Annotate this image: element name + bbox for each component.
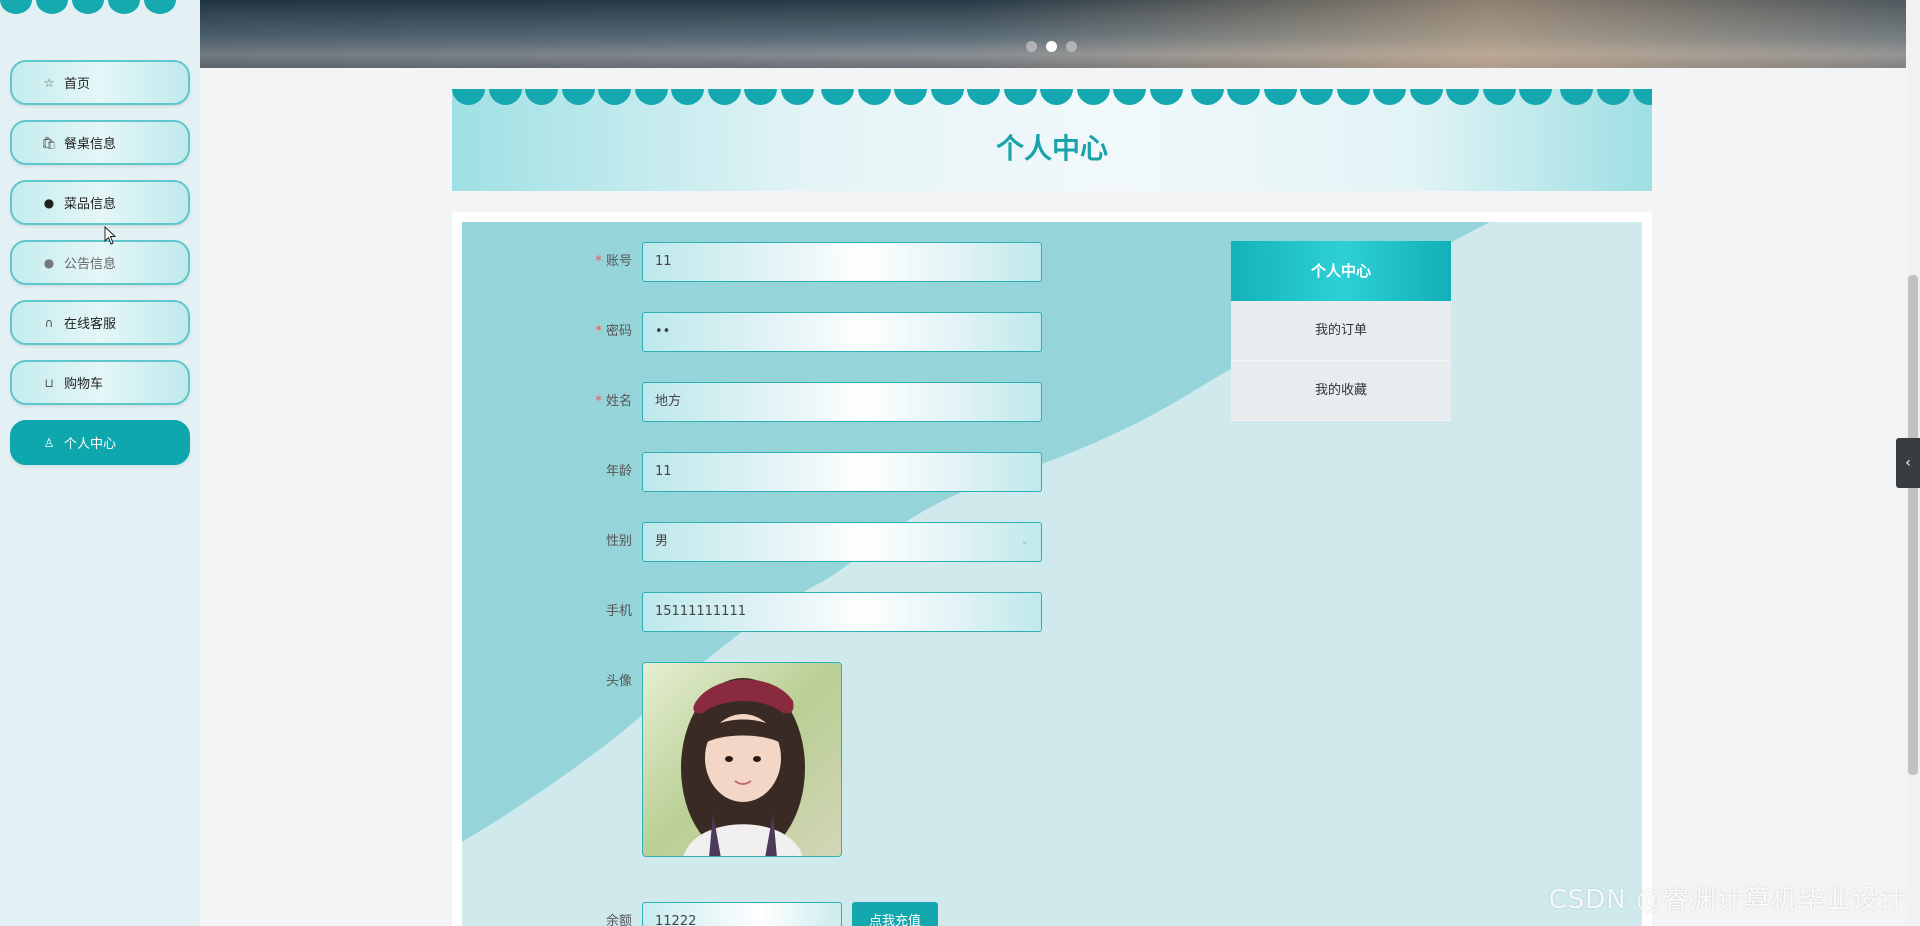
sidebar-item-label: 在线客服 bbox=[64, 317, 117, 332]
sidebar-item-dishes[interactable]: ● 菜品信息 bbox=[10, 180, 190, 225]
sidebar-item-profile[interactable]: ♙ 个人中心 bbox=[10, 420, 190, 465]
page-title: 个人中心 bbox=[995, 132, 1108, 165]
sidebar-item-label: 个人中心 bbox=[64, 437, 117, 452]
avatar-image[interactable] bbox=[642, 662, 842, 857]
sidebar-item-cart[interactable]: ⊔ 购物车 bbox=[10, 360, 190, 405]
sidebar-item-support[interactable]: ∩ 在线客服 bbox=[10, 300, 190, 345]
sidebar-scallop-decoration bbox=[0, 0, 200, 14]
carousel-dot-active[interactable] bbox=[1046, 41, 1057, 52]
balance-input[interactable]: 11222 bbox=[642, 902, 842, 926]
carousel-dot[interactable] bbox=[1066, 41, 1077, 52]
name-label: * 姓名 bbox=[595, 394, 632, 409]
sidebar: ☆ 首页 🛍 餐桌信息 ● 菜品信息 ● 公告信息 ∩ 在线客服 ⊔ 购物车 ♙… bbox=[0, 0, 200, 926]
cart-icon: ⊔ bbox=[44, 375, 54, 390]
password-label: * 密码 bbox=[595, 324, 632, 339]
side-menu-header[interactable]: 个人中心 bbox=[1231, 241, 1451, 301]
mouse-cursor-icon bbox=[104, 226, 117, 245]
bag-icon: 🛍 bbox=[41, 135, 57, 150]
sidebar-item-notices[interactable]: ● 公告信息 bbox=[10, 240, 190, 285]
profile-side-menu: 个人中心 我的订单 我的收藏 bbox=[1231, 241, 1451, 421]
avatar-label: 头像 bbox=[605, 674, 632, 689]
side-menu-my-orders[interactable]: 我的订单 bbox=[1231, 301, 1451, 361]
gender-select[interactable]: 男 ⌄ bbox=[642, 522, 1042, 562]
profile-panel-inner: * 账号 11 * 密码 •• * 姓名 地方 年龄 11 性别 男 ⌄ 手机 151… bbox=[462, 222, 1642, 926]
sidebar-item-tables[interactable]: 🛍 餐桌信息 bbox=[10, 120, 190, 165]
chevron-down-icon: ⌄ bbox=[1020, 536, 1029, 547]
user-icon: ♙ bbox=[43, 435, 55, 450]
scrollbar-thumb[interactable] bbox=[1908, 275, 1918, 775]
info-circle-icon: ● bbox=[43, 195, 55, 210]
sidebar-item-label: 菜品信息 bbox=[64, 197, 117, 212]
collapse-tab-chevron-left-icon[interactable]: ‹ bbox=[1896, 438, 1920, 488]
sidebar-item-home[interactable]: ☆ 首页 bbox=[10, 60, 190, 105]
carousel-indicators bbox=[1026, 41, 1077, 52]
gender-label: 性别 bbox=[605, 534, 632, 549]
sidebar-item-label: 购物车 bbox=[64, 377, 104, 392]
name-input[interactable]: 地方 bbox=[642, 382, 1042, 422]
account-label: * 账号 bbox=[595, 254, 632, 269]
age-input[interactable]: 11 bbox=[642, 452, 1042, 492]
question-circle-icon: ● bbox=[43, 255, 55, 270]
star-icon: ☆ bbox=[43, 75, 55, 90]
page-title-card: 个人中心 bbox=[452, 89, 1652, 191]
watermark-text: CSDN @睿渊计算机毕业设计 bbox=[1548, 885, 1906, 915]
recharge-button[interactable]: 点我充值 bbox=[852, 902, 938, 926]
sidebar-item-label: 餐桌信息 bbox=[64, 137, 117, 152]
password-input[interactable]: •• bbox=[642, 312, 1042, 352]
profile-panel: * 账号 11 * 密码 •• * 姓名 地方 年龄 11 性别 男 ⌄ 手机 151… bbox=[452, 212, 1652, 926]
title-scallop-decoration bbox=[452, 89, 1652, 109]
wave-background bbox=[462, 222, 1490, 842]
account-input[interactable]: 11 bbox=[642, 242, 1042, 282]
banner-carousel[interactable] bbox=[200, 0, 1920, 68]
avatar-photo bbox=[643, 663, 841, 856]
phone-label: 手机 bbox=[605, 604, 632, 619]
carousel-dot[interactable] bbox=[1026, 41, 1037, 52]
side-menu-my-favorites[interactable]: 我的收藏 bbox=[1231, 361, 1451, 421]
sidebar-item-label: 公告信息 bbox=[64, 257, 117, 272]
age-label: 年龄 bbox=[605, 464, 632, 479]
gender-selected-value: 男 bbox=[655, 534, 669, 549]
sidebar-item-label: 首页 bbox=[64, 77, 91, 92]
balance-label: 余额 bbox=[605, 914, 632, 926]
headset-icon: ∩ bbox=[44, 315, 54, 330]
phone-input[interactable]: 15111111111 bbox=[642, 592, 1042, 632]
